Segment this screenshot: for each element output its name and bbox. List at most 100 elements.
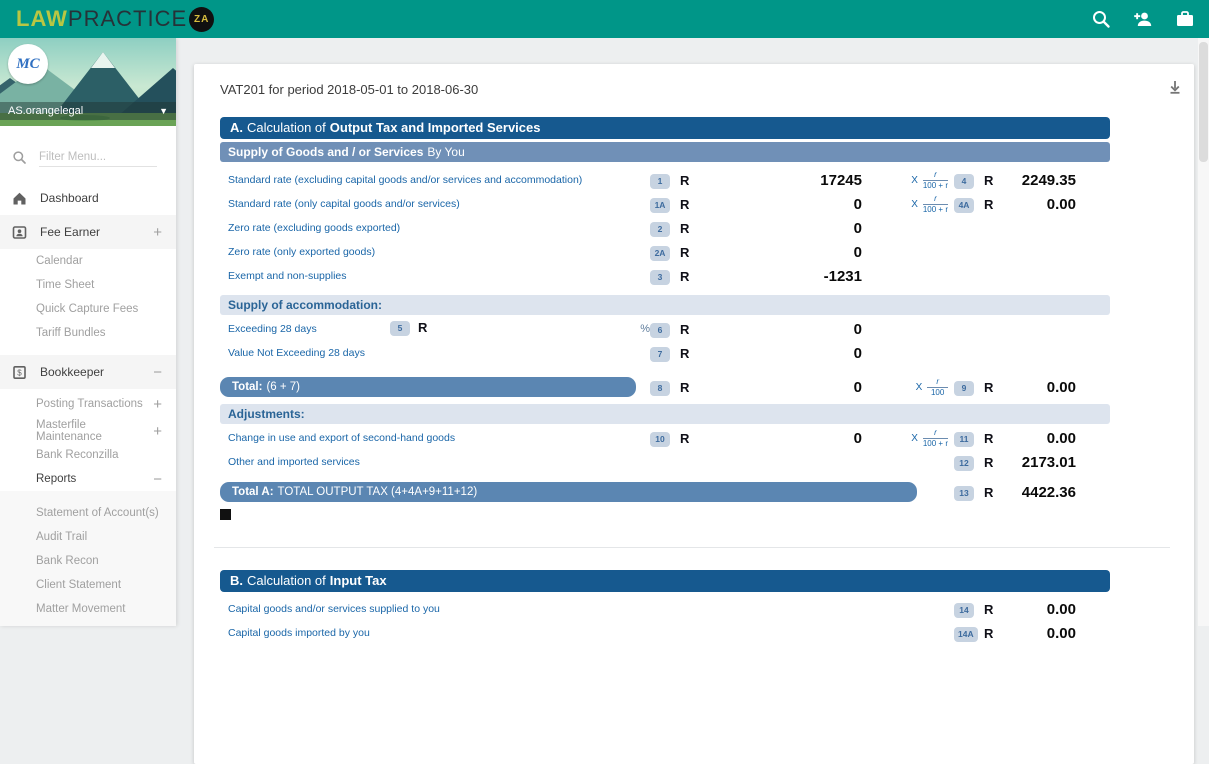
form-row-capital-goods-supplied: Capital goods and/or services supplied t…	[220, 597, 1110, 621]
reports-submenu: Statement of Account(s) Audit Trail Bank…	[0, 491, 176, 626]
row-label: Exceeding 28 days 5 R %	[220, 317, 650, 341]
row-label: Change in use and export of second-hand …	[220, 426, 650, 450]
briefcase-icon[interactable]	[1175, 9, 1195, 29]
sidebar-item-matter-movement[interactable]: Matter Movement	[0, 597, 176, 621]
currency-symbol: R	[980, 197, 1006, 212]
field-value: 0	[702, 345, 862, 362]
row-label: Exempt and non-supplies	[220, 264, 650, 288]
sidebar-item-masterfile-maintenance[interactable]: Masterfile Maintenance +	[0, 419, 176, 443]
field-value: 0	[702, 220, 862, 237]
form-row-not-exceeding-28-days: Value Not Exceeding 28 days 7 R 0	[220, 341, 1110, 365]
vat-form: A.Calculation ofOutput Tax and Imported …	[220, 117, 1110, 645]
row-label: Zero rate (excluding goods exported)	[220, 216, 650, 240]
search-icon[interactable]	[1091, 9, 1111, 29]
collapse-icon[interactable]: −	[153, 364, 162, 381]
field-number-badge: 2	[650, 222, 670, 237]
field-number-badge: 6	[650, 323, 670, 338]
sidebar-item-reports[interactable]: Reports −	[0, 467, 176, 491]
tax-fraction-formula: X r100	[862, 378, 954, 397]
form-row-total-6-7: Total:(6 + 7) 8 R 0 X r100 9 R 0.00	[220, 375, 1110, 399]
expand-icon[interactable]: +	[153, 224, 162, 241]
chevron-down-icon[interactable]: ▼	[159, 106, 168, 116]
field-number-badge: 5	[390, 321, 410, 336]
sidebar-item-statement-of-accounts[interactable]: Statement of Account(s)	[0, 501, 176, 525]
tax-fraction-formula: X r100 + r	[862, 195, 954, 214]
row-label: Other and imported services	[220, 450, 650, 474]
currency-symbol: R	[676, 173, 702, 188]
logo-za-badge: ZA	[189, 7, 214, 32]
field-value: 2249.35	[1006, 172, 1076, 189]
field-value: 0	[702, 430, 862, 447]
field-number-badge: 4A	[954, 198, 974, 213]
sidebar-item-quick-capture-fees[interactable]: Quick Capture Fees	[0, 297, 176, 321]
sidebar-item-bank-recon[interactable]: Bank Recon	[0, 549, 176, 573]
sidebar-item-time-sheet[interactable]: Time Sheet	[0, 273, 176, 297]
form-row-change-in-use: Change in use and export of second-hand …	[220, 426, 1110, 450]
field-value: 0	[702, 379, 862, 396]
field-value: 2173.01	[1006, 454, 1076, 471]
bookkeeper-ledger-icon: $	[12, 365, 27, 380]
field-number-badge: 3	[650, 270, 670, 285]
form-row-standard-rate-capital: Standard rate (only capital goods and/or…	[220, 192, 1110, 216]
field-number-badge: 11	[954, 432, 974, 447]
sidebar-item-account-enquiry[interactable]: Account Enquiry	[0, 621, 176, 626]
field-value: 0.00	[1006, 196, 1076, 213]
sidebar-hero-image: MC AS.orangelegal ▼	[0, 38, 176, 126]
add-user-icon[interactable]	[1133, 9, 1153, 29]
scrollbar-thumb[interactable]	[1199, 42, 1208, 162]
vat201-report-card: VAT201 for period 2018-05-01 to 2018-06-…	[194, 64, 1194, 764]
field-value: 0	[702, 321, 862, 338]
logo-law: LAW	[16, 6, 68, 32]
row-label: Zero rate (only exported goods)	[220, 240, 650, 264]
form-row-standard-rate: Standard rate (excluding capital goods a…	[220, 168, 1110, 192]
field-number-badge: 13	[954, 486, 974, 501]
row-label: Capital goods and/or services supplied t…	[220, 597, 650, 621]
fee-earner-badge-icon	[12, 225, 27, 240]
sidebar-item-calendar[interactable]: Calendar	[0, 249, 176, 273]
row-label: Capital goods imported by you	[220, 621, 650, 645]
accommodation-header: Supply of accommodation:	[220, 295, 1110, 315]
field-value: 0	[702, 244, 862, 261]
field-number-badge: 14A	[954, 627, 978, 642]
sidebar: MC AS.orangelegal ▼ Dashboard Fee Earner	[0, 38, 176, 626]
sidebar-item-audit-trail[interactable]: Audit Trail	[0, 525, 176, 549]
currency-symbol: R	[980, 380, 1006, 395]
collapse-icon[interactable]: −	[153, 471, 162, 488]
sidebar-item-dashboard[interactable]: Dashboard	[0, 181, 176, 215]
expand-icon[interactable]: +	[153, 396, 162, 413]
currency-symbol: R	[980, 431, 1006, 446]
logo-practice: PRACTICE	[68, 6, 187, 32]
avatar[interactable]: MC	[8, 44, 48, 84]
sidebar-item-fee-earner[interactable]: Fee Earner +	[0, 215, 176, 249]
total-a-bar: Total A:TOTAL OUTPUT TAX (4+4A+9+11+12)	[220, 482, 917, 502]
tax-fraction-formula: X r100 + r	[862, 429, 954, 448]
account-switcher[interactable]: AS.orangelegal ▼	[0, 102, 176, 120]
adjustments-header: Adjustments:	[220, 404, 1110, 424]
sidebar-item-posting-transactions[interactable]: Posting Transactions +	[0, 389, 176, 419]
field-number-badge: 10	[650, 432, 670, 447]
search-icon	[12, 150, 27, 165]
field-value: 17245	[702, 172, 862, 189]
expand-icon[interactable]: +	[153, 423, 162, 440]
field-value: 4422.36	[1006, 484, 1076, 501]
section-b-header: B.Calculation ofInput Tax	[220, 570, 1110, 592]
field-number-badge: 14	[954, 603, 974, 618]
currency-symbol: R	[676, 197, 702, 212]
sidebar-item-client-statement[interactable]: Client Statement	[0, 573, 176, 597]
currency-symbol: R	[676, 322, 702, 337]
scrollbar[interactable]	[1198, 38, 1209, 626]
sidebar-item-tariff-bundles[interactable]: Tariff Bundles	[0, 321, 176, 345]
filter-menu-input[interactable]	[39, 148, 157, 167]
field-number-badge: 9	[954, 381, 974, 396]
field-number-badge: 1A	[650, 198, 670, 213]
currency-symbol: R	[676, 245, 702, 260]
field-number-badge: 12	[954, 456, 974, 471]
form-row-exceeding-28-days: Exceeding 28 days 5 R % 6 R 0	[220, 317, 1110, 341]
form-row-total-a: Total A:TOTAL OUTPUT TAX (4+4A+9+11+12) …	[220, 480, 1110, 504]
percent-symbol: %	[640, 323, 650, 335]
download-icon[interactable]	[1166, 78, 1184, 96]
section-divider	[214, 547, 1170, 548]
sidebar-item-bookkeeper[interactable]: $ Bookkeeper −	[0, 355, 176, 389]
sidebar-item-bank-reconzilla[interactable]: Bank Reconzilla	[0, 443, 176, 467]
currency-symbol: R	[418, 320, 427, 335]
